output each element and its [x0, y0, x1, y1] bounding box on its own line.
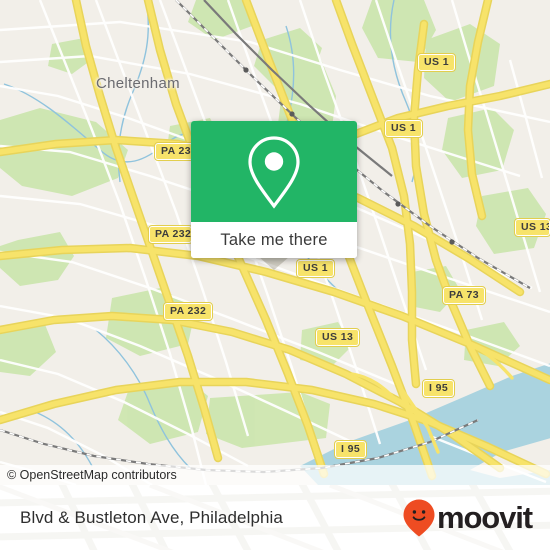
footer-bar: Blvd & Bustleton Ave, Philadelphia moovi…: [0, 485, 550, 550]
highway-shield[interactable]: PA 23: [154, 142, 194, 161]
map-pin-icon: [248, 135, 300, 209]
highway-shield[interactable]: PA 232: [162, 302, 214, 321]
map-screenshot: Cheltenham US 1 US 1 PA 23 PA 232 US 13 …: [0, 0, 550, 550]
osm-attribution[interactable]: © OpenStreetMap contributors: [0, 465, 550, 485]
highway-shield[interactable]: US 1: [384, 119, 423, 138]
place-label-cheltenham: Cheltenham: [96, 75, 180, 92]
highway-shield[interactable]: US 1: [296, 259, 335, 278]
location-address: Blvd & Bustleton Ave, Philadelphia: [20, 507, 283, 527]
highway-shield[interactable]: PA 73: [441, 286, 487, 305]
destination-popup-card[interactable]: Take me there: [191, 121, 357, 258]
moovit-brand[interactable]: moovit: [402, 485, 533, 550]
smiling-pin-icon: [403, 499, 435, 536]
highway-shield[interactable]: US 13: [314, 328, 361, 347]
highway-shield[interactable]: US 13: [514, 218, 550, 237]
highway-shield[interactable]: US 1: [417, 53, 456, 72]
popup-pointer: [259, 257, 289, 270]
highway-shield[interactable]: I 95: [333, 440, 368, 459]
popup-pin-panel: [191, 121, 357, 222]
map-canvas[interactable]: Cheltenham US 1 US 1 PA 23 PA 232 US 13 …: [0, 0, 550, 485]
highway-shield[interactable]: I 95: [421, 379, 456, 398]
take-me-there-button[interactable]: Take me there: [191, 222, 357, 258]
moovit-wordmark: moovit: [436, 500, 533, 535]
highway-shield[interactable]: PA 232: [148, 225, 193, 244]
